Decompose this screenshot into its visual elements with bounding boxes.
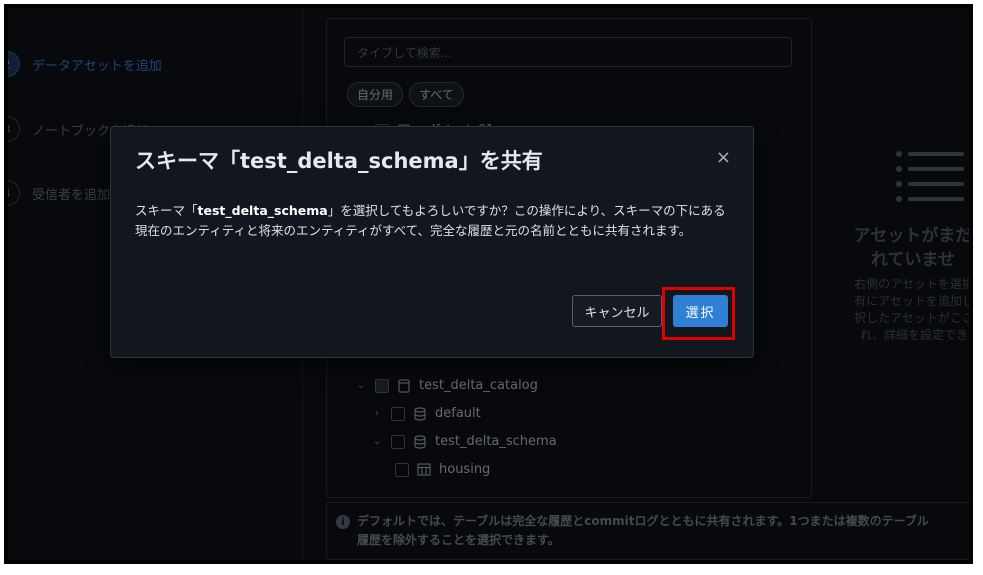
cancel-button[interactable]: キャンセル bbox=[572, 295, 662, 327]
close-icon[interactable]: × bbox=[716, 147, 731, 168]
schema-name: test_delta_schema bbox=[197, 203, 328, 218]
dialog-title: スキーマ「test_delta_schema」を共有 bbox=[135, 149, 543, 173]
app-window: 2 データアセットを追加 3 ノートブックを追加 4 受信者を追加 タイプして検… bbox=[8, 8, 969, 560]
share-schema-dialog: スキーマ「test_delta_schema」を共有 × スキーマ「test_d… bbox=[110, 126, 754, 358]
select-button[interactable]: 選択 bbox=[673, 295, 728, 327]
dialog-body: スキーマ「test_delta_schema」を選択してもよろしいですか？この操… bbox=[135, 203, 726, 238]
